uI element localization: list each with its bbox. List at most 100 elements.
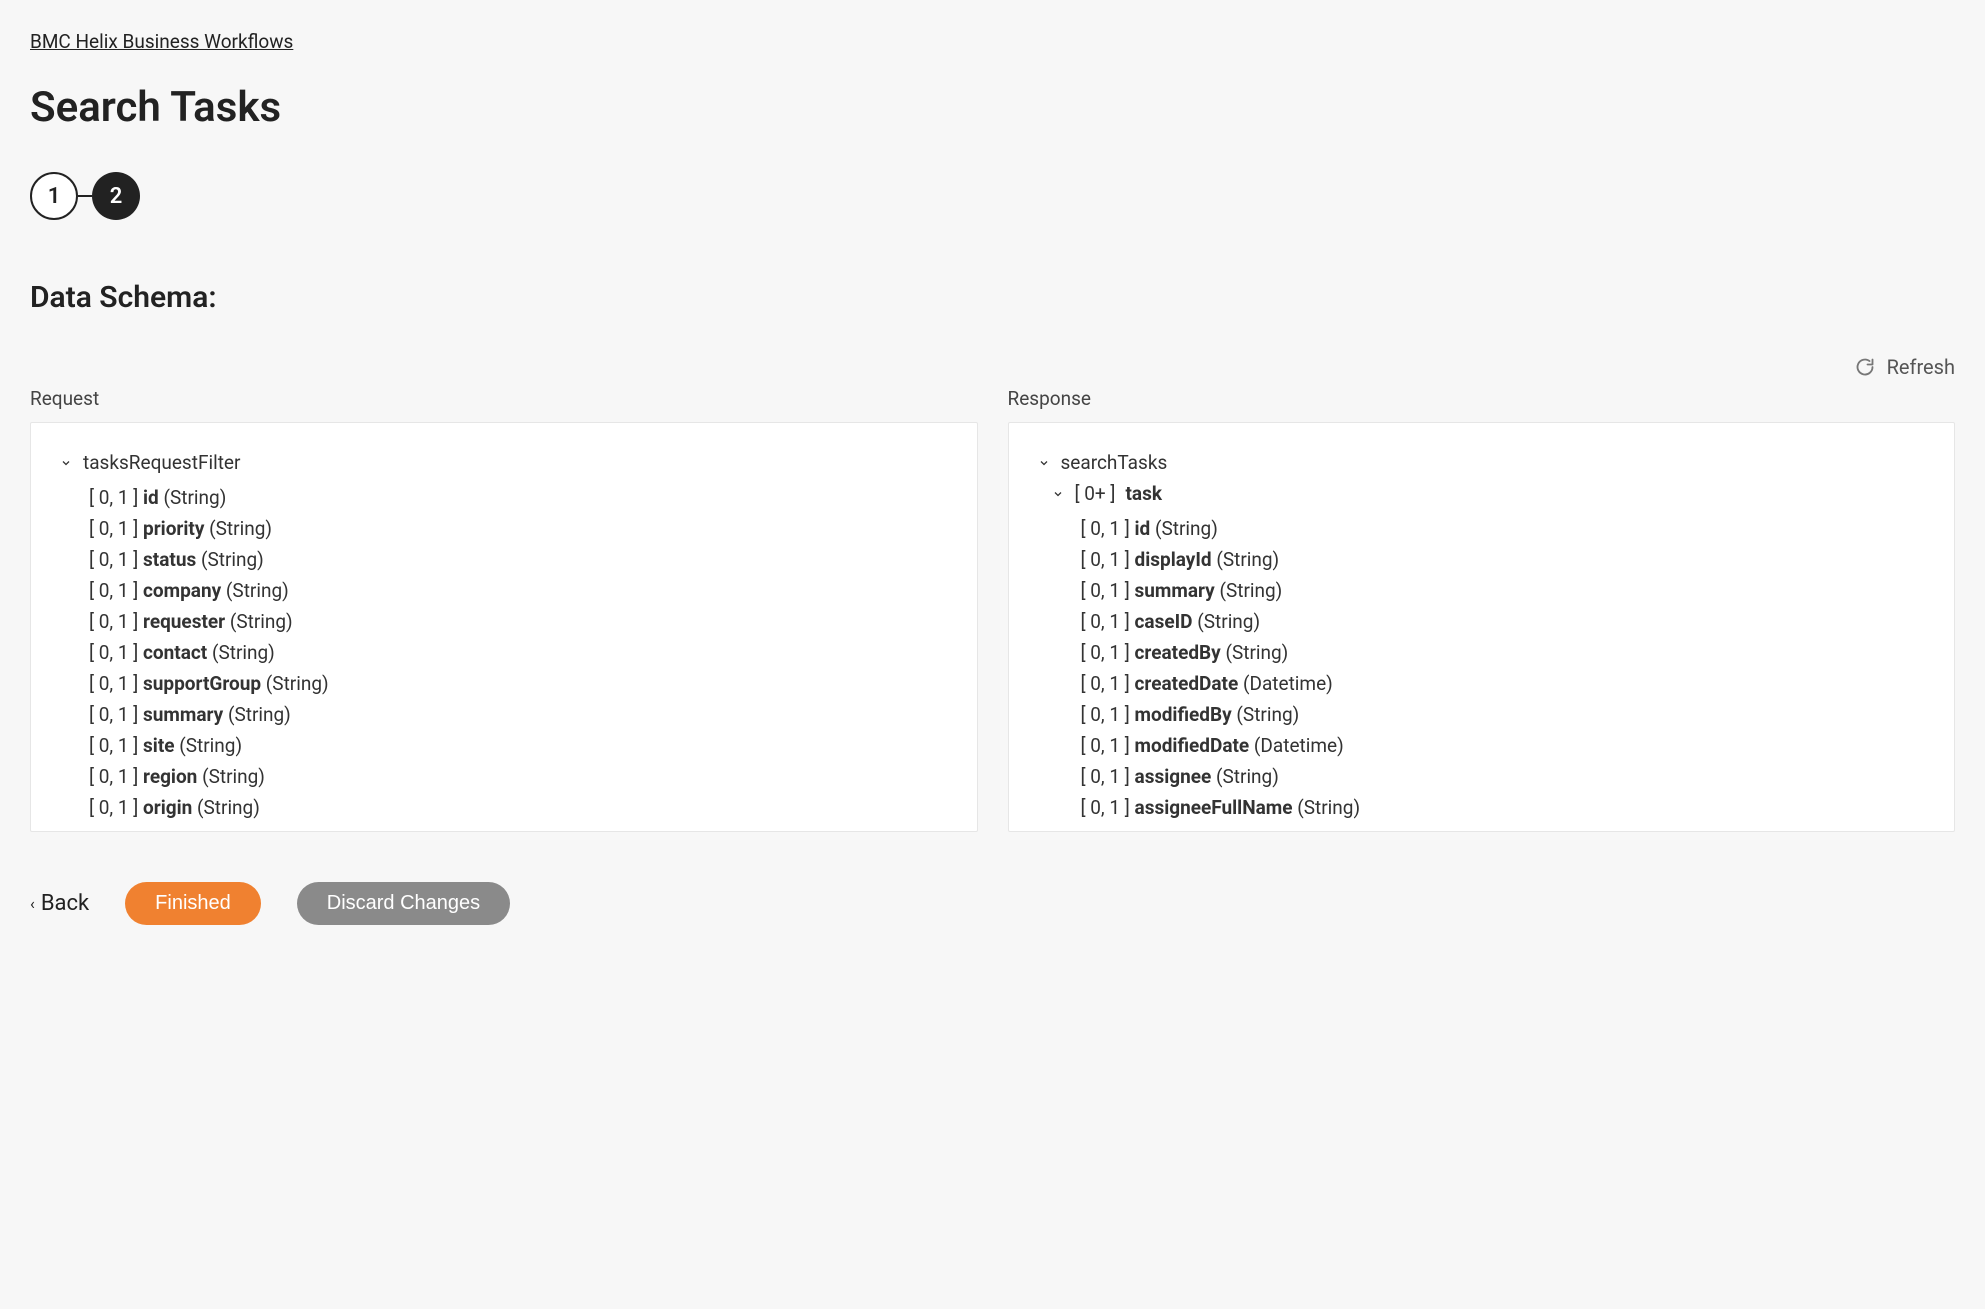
field-name: region	[143, 765, 202, 788]
field-cardinality: [ 0, 1 ]	[1081, 703, 1135, 726]
response-label: Response	[1008, 387, 1956, 410]
field-item[interactable]: [ 0, 1 ] region (String)	[89, 761, 949, 792]
field-cardinality: [ 0, 1 ]	[89, 641, 143, 664]
field-cardinality: [ 0, 1 ]	[1081, 734, 1135, 757]
back-button[interactable]: ‹ Back	[30, 891, 89, 916]
field-cardinality: [ 0, 1 ]	[89, 610, 143, 633]
columns: Request tasksRequestFilter [ 0, 1 ] id (…	[30, 387, 1955, 832]
discard-changes-button[interactable]: Discard Changes	[297, 882, 510, 925]
field-item[interactable]: [ 0, 1 ] site (String)	[89, 730, 949, 761]
step-1[interactable]: 1	[30, 172, 78, 220]
chevron-left-icon: ‹	[30, 894, 35, 913]
field-type: (Datetime)	[1254, 734, 1344, 757]
response-child-node[interactable]: [ 0+ ] task	[1051, 482, 1927, 505]
field-name: summary	[143, 703, 228, 726]
field-name: contact	[143, 641, 212, 664]
refresh-icon	[1855, 357, 1875, 377]
field-cardinality: [ 0, 1 ]	[89, 579, 143, 602]
field-name: summary	[1135, 579, 1220, 602]
finished-button[interactable]: Finished	[125, 882, 261, 925]
field-cardinality: [ 0, 1 ]	[89, 703, 143, 726]
field-type: (String)	[202, 765, 265, 788]
field-cardinality: [ 0, 1 ]	[1081, 517, 1135, 540]
field-name: modifiedBy	[1135, 703, 1237, 726]
field-item[interactable]: [ 0, 1 ] status (String)	[89, 544, 949, 575]
field-type: (String)	[1225, 641, 1288, 664]
request-root-node[interactable]: tasksRequestFilter	[59, 451, 949, 474]
field-item[interactable]: [ 0, 1 ] requester (String)	[89, 606, 949, 637]
field-type: (Datetime)	[1243, 672, 1333, 695]
field-cardinality: [ 0, 1 ]	[1081, 672, 1135, 695]
response-root-label: searchTasks	[1061, 451, 1168, 474]
field-item[interactable]: [ 0, 1 ] priority (String)	[89, 513, 949, 544]
request-label: Request	[30, 387, 978, 410]
field-item[interactable]: [ 0, 1 ] modifiedBy (String)	[1081, 699, 1927, 730]
response-child-name: task	[1125, 482, 1162, 505]
field-type: (String)	[266, 672, 329, 695]
refresh-button[interactable]: Refresh	[30, 355, 1955, 379]
field-cardinality: [ 0, 1 ]	[89, 548, 143, 571]
field-cardinality: [ 0, 1 ]	[1081, 796, 1135, 819]
field-cardinality: [ 0, 1 ]	[1081, 641, 1135, 664]
field-cardinality: [ 0, 1 ]	[1081, 610, 1135, 633]
field-type: (String)	[212, 641, 275, 664]
field-item[interactable]: [ 0, 1 ] id (String)	[89, 482, 949, 513]
refresh-label: Refresh	[1887, 355, 1955, 379]
field-cardinality: [ 0, 1 ]	[89, 734, 143, 757]
field-name: priority	[143, 517, 209, 540]
field-item[interactable]: [ 0, 1 ] displayId (String)	[1081, 544, 1927, 575]
field-cardinality: [ 0, 1 ]	[89, 796, 143, 819]
field-type: (String)	[209, 517, 272, 540]
field-item[interactable]: [ 0, 1 ] summary (String)	[1081, 575, 1927, 606]
field-cardinality: [ 0, 1 ]	[1081, 579, 1135, 602]
field-name: createdBy	[1135, 641, 1226, 664]
field-item[interactable]: [ 0, 1 ] supportGroup (String)	[89, 668, 949, 699]
field-item[interactable]: [ 0, 1 ] caseID (String)	[1081, 606, 1927, 637]
field-cardinality: [ 0, 1 ]	[1081, 548, 1135, 571]
field-type: (String)	[228, 703, 291, 726]
field-item[interactable]: [ 0, 1 ] assignee (String)	[1081, 761, 1927, 792]
step-2-active[interactable]: 2	[92, 172, 140, 220]
field-type: (String)	[1219, 579, 1282, 602]
response-field-list: [ 0, 1 ] id (String)[ 0, 1 ] displayId (…	[1081, 513, 1927, 823]
request-field-list: [ 0, 1 ] id (String)[ 0, 1 ] priority (S…	[89, 482, 949, 823]
field-name: caseID	[1135, 610, 1198, 633]
field-name: status	[143, 548, 201, 571]
field-item[interactable]: [ 0, 1 ] summary (String)	[89, 699, 949, 730]
field-type: (String)	[226, 579, 289, 602]
section-title: Data Schema:	[30, 280, 1955, 315]
field-item[interactable]: [ 0, 1 ] id (String)	[1081, 513, 1927, 544]
field-name: supportGroup	[143, 672, 266, 695]
field-name: origin	[143, 796, 197, 819]
stepper: 1 2	[30, 172, 1955, 220]
field-type: (String)	[1236, 703, 1299, 726]
field-item[interactable]: [ 0, 1 ] modifiedDate (Datetime)	[1081, 730, 1927, 761]
field-type: (String)	[1216, 765, 1279, 788]
chevron-down-icon	[1051, 488, 1065, 500]
chevron-down-icon	[1037, 457, 1051, 469]
footer: ‹ Back Finished Discard Changes	[30, 882, 1955, 925]
response-root-node[interactable]: searchTasks	[1037, 451, 1927, 474]
field-name: createdDate	[1135, 672, 1243, 695]
field-type: (String)	[1297, 796, 1360, 819]
field-item[interactable]: [ 0, 1 ] assigneeFullName (String)	[1081, 792, 1927, 823]
back-label: Back	[41, 891, 89, 916]
field-item[interactable]: [ 0, 1 ] contact (String)	[89, 637, 949, 668]
field-item[interactable]: [ 0, 1 ] origin (String)	[89, 792, 949, 823]
field-name: assigneeFullName	[1135, 796, 1298, 819]
field-item[interactable]: [ 0, 1 ] company (String)	[89, 575, 949, 606]
field-item[interactable]: [ 0, 1 ] createdDate (Datetime)	[1081, 668, 1927, 699]
step-connector	[78, 195, 92, 197]
field-name: company	[143, 579, 226, 602]
field-type: (String)	[179, 734, 242, 757]
response-column: Response searchTasks [ 0+ ] task [ 0, 1 …	[1008, 387, 1956, 832]
field-type: (String)	[163, 486, 226, 509]
field-type: (String)	[1216, 548, 1279, 571]
field-name: id	[143, 486, 163, 509]
breadcrumb[interactable]: BMC Helix Business Workflows	[30, 30, 293, 53]
field-cardinality: [ 0, 1 ]	[89, 765, 143, 788]
field-name: id	[1135, 517, 1155, 540]
field-item[interactable]: [ 0, 1 ] createdBy (String)	[1081, 637, 1927, 668]
response-panel: searchTasks [ 0+ ] task [ 0, 1 ] id (Str…	[1008, 422, 1956, 832]
request-root-label: tasksRequestFilter	[83, 451, 240, 474]
